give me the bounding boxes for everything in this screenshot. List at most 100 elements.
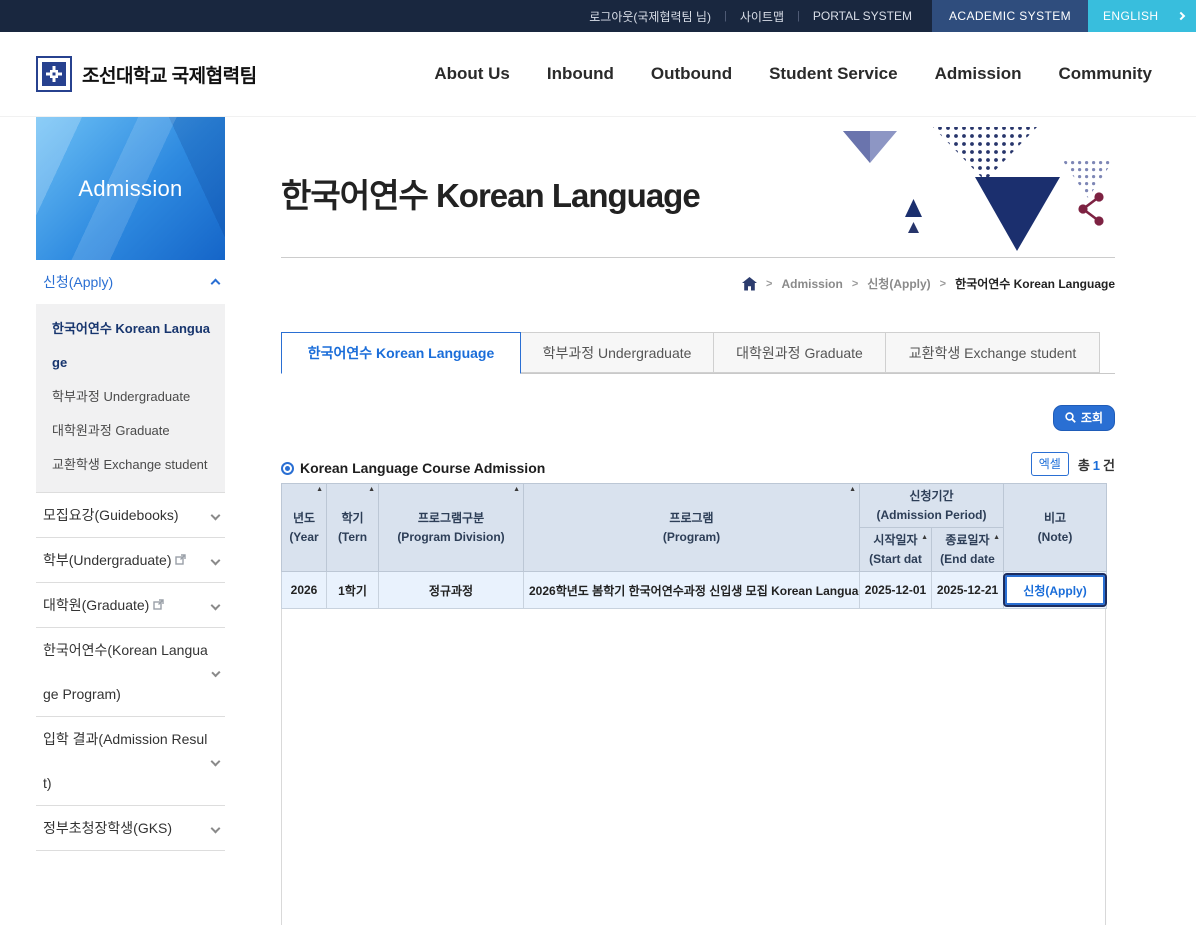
submenu-item-undergraduate[interactable]: 학부과정 Undergraduate: [36, 380, 225, 414]
table-row: 2026 1학기 정규과정 2026학년도 봄학기 한국어연수과정 신입생 모집…: [282, 572, 1107, 609]
submenu-item-exchange-student[interactable]: 교환학생 Exchange student: [36, 448, 225, 482]
cell-start-date: 2025-12-01: [860, 572, 932, 609]
site-logo[interactable]: 조선대학교 국제협력팀: [36, 56, 257, 92]
nav-student-service[interactable]: Student Service: [769, 64, 898, 84]
sidebar-item-label: 모집요강(Guidebooks): [43, 493, 179, 537]
topbar-links: 로그아웃(국제협력팀 님) | 사이트맵 | PORTAL SYSTEM: [589, 0, 932, 32]
sort-asc-icon[interactable]: ▲: [993, 534, 1000, 541]
section-bullet-icon: [281, 462, 294, 475]
external-link-icon: [153, 599, 164, 610]
breadcrumb-apply[interactable]: 신청(Apply): [867, 275, 930, 292]
breadcrumb: > Admission > 신청(Apply) > 한국어연수 Korean L…: [281, 275, 1115, 292]
chevron-down-icon: [211, 555, 221, 565]
sort-asc-icon[interactable]: ▲: [921, 534, 928, 541]
sidebar-item-label: 한국어연수(Korean Language Program): [43, 628, 213, 716]
search-button[interactable]: 조회: [1053, 405, 1115, 431]
sidebar-banner-title: Admission: [78, 176, 182, 202]
sidebar-item-guidebooks[interactable]: 모집요강(Guidebooks): [36, 493, 225, 538]
list-tools: 엑셀 총1건: [1031, 452, 1115, 476]
topbar-separator: |: [797, 10, 800, 22]
page-head: 한국어연수 Korean Language: [281, 117, 1115, 258]
cell-end-date: 2025-12-21: [932, 572, 1004, 609]
top-utility-bar: 로그아웃(국제협력팀 님) | 사이트맵 | PORTAL SYSTEM ACA…: [0, 0, 1196, 32]
submenu-item-graduate[interactable]: 대학원과정 Graduate: [36, 414, 225, 448]
decorative-triangles: [825, 125, 1115, 253]
share-icon[interactable]: [1078, 192, 1103, 225]
submenu-item-korean-language[interactable]: 한국어연수 Korean Language: [36, 312, 225, 380]
sidebar-item-graduate[interactable]: 대학원(Graduate): [36, 583, 225, 628]
sort-asc-icon[interactable]: ▲: [513, 486, 520, 493]
nav-community[interactable]: Community: [1059, 64, 1153, 84]
chevron-down-icon: [211, 600, 221, 610]
logout-link[interactable]: 로그아웃(국제협력팀 님): [589, 8, 711, 25]
search-button-label: 조회: [1081, 409, 1103, 426]
global-nav: About Us Inbound Outbound Student Servic…: [434, 64, 1152, 84]
col-header-year[interactable]: 년도 (Year▲: [282, 484, 327, 572]
sidebar: Admission 신청(Apply) 한국어연수 Korean Languag…: [36, 117, 225, 851]
chevron-down-icon: [211, 823, 221, 833]
col-header-division[interactable]: 프로그램구분 (Program Division)▲: [379, 484, 524, 572]
sidebar-item-gks[interactable]: 정부초청장학생(GKS): [36, 806, 225, 851]
logo-text: 조선대학교 국제협력팀: [82, 61, 257, 88]
breadcrumb-current: 한국어연수 Korean Language: [955, 275, 1115, 292]
search-row: 조회: [281, 405, 1115, 431]
tab-undergraduate[interactable]: 학부과정 Undergraduate: [521, 332, 714, 373]
chevron-down-icon: [211, 510, 221, 520]
main-content: 한국어연수 Korean Language: [281, 117, 1115, 925]
search-icon: [1065, 412, 1076, 423]
breadcrumb-separator: >: [940, 278, 946, 290]
nav-admission[interactable]: Admission: [935, 64, 1022, 84]
breadcrumb-separator: >: [766, 278, 772, 290]
section-title-text: Korean Language Course Admission: [300, 460, 545, 476]
academic-system-button[interactable]: ACADEMIC SYSTEM: [932, 0, 1088, 32]
col-header-program[interactable]: 프로그램 (Program)▲: [524, 484, 860, 572]
topbar-separator: |: [724, 10, 727, 22]
sidebar-item-label: 입학 결과(Admission Result): [43, 717, 212, 805]
tab-exchange-student[interactable]: 교환학생 Exchange student: [886, 332, 1100, 373]
admission-table: 년도 (Year▲ 학기 (Tern▲ 프로그램구분 (Program Divi…: [281, 483, 1107, 609]
sort-asc-icon[interactable]: ▲: [368, 486, 375, 493]
col-header-start-date[interactable]: 시작일자 (Start dat▲: [860, 528, 932, 572]
sort-asc-icon[interactable]: ▲: [849, 486, 856, 493]
sidebar-item-undergraduate[interactable]: 학부(Undergraduate): [36, 538, 225, 583]
university-emblem-icon: [36, 56, 72, 92]
chevron-down-icon: [211, 756, 221, 766]
sidebar-apply-submenu: 한국어연수 Korean Language 학부과정 Undergraduate…: [36, 304, 225, 493]
portal-system-link[interactable]: PORTAL SYSTEM: [813, 9, 912, 23]
col-header-period: 신청기간 (Admission Period): [860, 484, 1004, 528]
total-count-number: 1: [1090, 458, 1103, 473]
sitemap-link[interactable]: 사이트맵: [740, 8, 784, 25]
chevron-up-icon: [211, 279, 221, 289]
sidebar-item-apply[interactable]: 신청(Apply): [36, 260, 225, 304]
breadcrumb-separator: >: [852, 278, 858, 290]
nav-outbound[interactable]: Outbound: [651, 64, 732, 84]
nav-inbound[interactable]: Inbound: [547, 64, 614, 84]
sidebar-banner: Admission: [36, 117, 225, 260]
nav-about-us[interactable]: About Us: [434, 64, 510, 84]
total-count: 총1건: [1078, 455, 1115, 474]
cell-program: 2026학년도 봄학기 한국어연수과정 신입생 모집 Korean Langua…: [524, 572, 860, 609]
col-header-term[interactable]: 학기 (Tern▲: [327, 484, 379, 572]
chevron-right-icon: [1177, 12, 1185, 20]
col-header-end-date[interactable]: 종료일자 (End date▲: [932, 528, 1004, 572]
external-link-icon: [175, 554, 186, 565]
sort-asc-icon[interactable]: ▲: [316, 486, 323, 493]
apply-button[interactable]: 신청(Apply): [1005, 575, 1105, 605]
tab-korean-language[interactable]: 한국어연수 Korean Language: [281, 332, 521, 374]
sidebar-item-korean-program[interactable]: 한국어연수(Korean Language Program): [36, 628, 225, 717]
tab-graduate[interactable]: 대학원과정 Graduate: [714, 332, 886, 373]
site-header: 조선대학교 국제협력팀 About Us Inbound Outbound St…: [0, 32, 1196, 117]
sidebar-item-admission-result[interactable]: 입학 결과(Admission Result): [36, 717, 225, 806]
excel-button[interactable]: 엑셀: [1031, 452, 1069, 476]
section-title: Korean Language Course Admission: [281, 460, 545, 476]
home-icon[interactable]: [742, 277, 757, 291]
cell-note: 신청(Apply): [1004, 572, 1107, 609]
english-label: ENGLISH: [1103, 9, 1158, 23]
breadcrumb-admission[interactable]: Admission: [781, 277, 842, 291]
table-empty-area: [281, 609, 1106, 925]
sidebar-item-label: 정부초청장학생(GKS): [43, 806, 172, 850]
english-language-button[interactable]: ENGLISH: [1088, 0, 1196, 32]
sidebar-item-label: 학부(Undergraduate): [43, 538, 186, 582]
cell-term: 1학기: [327, 572, 379, 609]
sidebar-item-label: 신청(Apply): [43, 260, 113, 304]
